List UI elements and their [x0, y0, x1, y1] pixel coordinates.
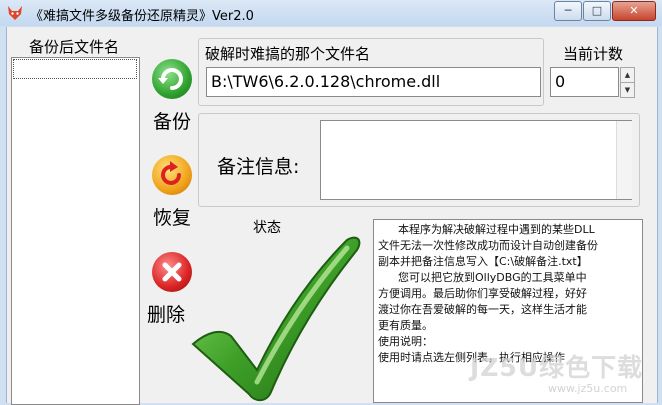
- fox-app-icon: [8, 6, 22, 20]
- backup-file-list[interactable]: [11, 57, 140, 405]
- info-line: 副本并把备注信息写入【C:\破解备注.txt】: [378, 255, 588, 268]
- list-header: 备份后文件名: [29, 38, 120, 56]
- filename-input[interactable]: B:\TW6\6.2.0.128\chrome.dll: [206, 67, 541, 97]
- notes-input[interactable]: [320, 120, 632, 200]
- list-focus-row[interactable]: [13, 59, 137, 79]
- notes-scrollbar[interactable]: [616, 121, 632, 199]
- notes-label: 备注信息:: [217, 156, 300, 178]
- main-panel: 备份后文件名 破解时难搞的那个文件名 B:\TW6\6.2.0.128\chro…: [6, 27, 658, 405]
- restore-icon[interactable]: [152, 155, 192, 195]
- info-line: 渡过你在吾爱破解的每一天，这样生活才能: [378, 303, 587, 316]
- title-bar[interactable]: 《难搞文件多级备份还原精灵》Ver2.0 ─ □ ✕: [0, 0, 662, 26]
- delete-icon[interactable]: [152, 252, 192, 292]
- info-line: 更有质量。: [378, 319, 433, 332]
- backup-icon[interactable]: [152, 59, 192, 99]
- close-button[interactable]: ✕: [612, 1, 656, 21]
- maximize-button[interactable]: □: [583, 1, 611, 21]
- window-title: 《难搞文件多级备份还原精灵》Ver2.0: [30, 9, 254, 24]
- restore-button[interactable]: 恢复: [153, 203, 191, 230]
- info-line: 您可以把它放到OllyDBG的工具菜单中: [398, 271, 587, 284]
- info-line: 文件无法一次性修改成功而设计自动创建备份: [378, 239, 598, 252]
- info-line: 本程序为解决破解过程中遇到的某些DLL: [398, 223, 595, 236]
- counter-label: 当前计数: [563, 45, 624, 63]
- checkmark-status-icon: [191, 236, 361, 402]
- watermark-url: www.jz5u.com: [548, 382, 628, 395]
- filename-label: 破解时难搞的那个文件名: [205, 45, 371, 63]
- info-line: 方便调用。最后助你们享受破解过程，好好: [378, 287, 587, 300]
- minimize-button[interactable]: ─: [554, 1, 582, 21]
- delete-button[interactable]: 删除: [147, 300, 185, 327]
- counter-down-button[interactable]: ▼: [620, 82, 635, 98]
- backup-button[interactable]: 备份: [153, 107, 191, 134]
- watermark-brand: JZ5U绿色下载: [470, 353, 644, 382]
- counter-up-button[interactable]: ▲: [620, 67, 635, 83]
- counter-input[interactable]: 0: [550, 67, 619, 97]
